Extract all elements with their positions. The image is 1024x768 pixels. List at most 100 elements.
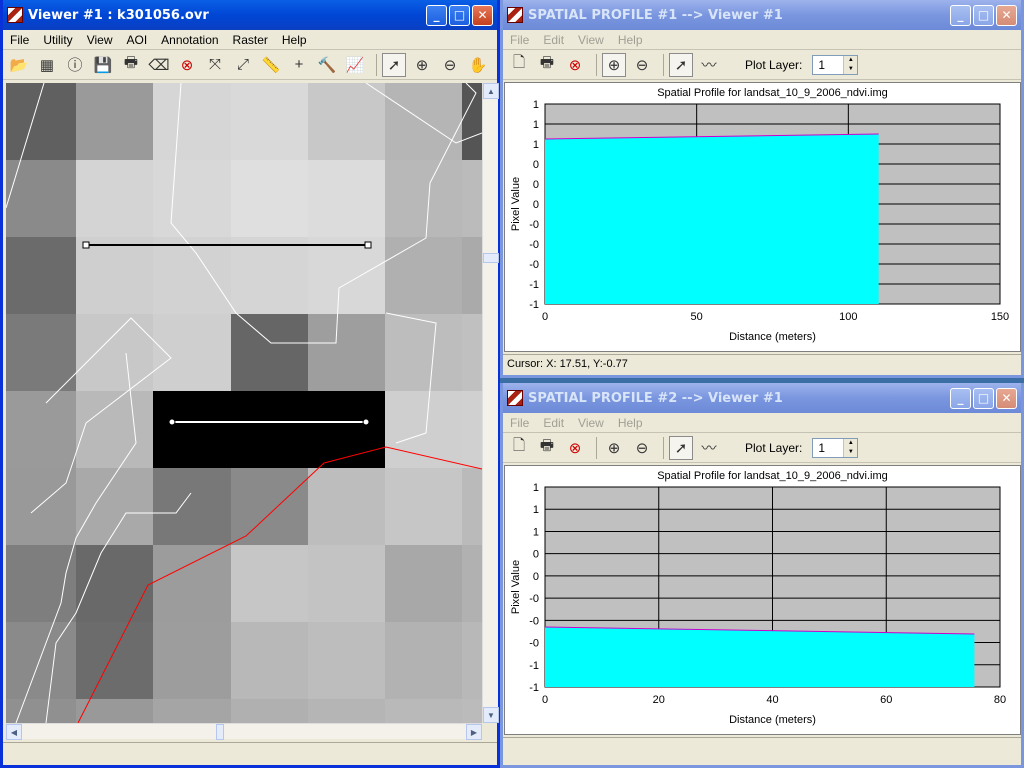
x-tick-label: 150: [991, 311, 1009, 323]
print-icon[interactable]: 🖶: [119, 53, 143, 77]
polyline-icon[interactable]: 〰: [697, 53, 721, 77]
y-tick-label: -0: [529, 638, 539, 650]
pan-icon[interactable]: ✋: [466, 53, 490, 77]
measure-icon[interactable]: 📏: [259, 53, 283, 77]
profile1-menubar: File Edit View Help: [503, 30, 1021, 50]
open-icon[interactable]: 📂: [7, 53, 31, 77]
menu-utility[interactable]: Utility: [36, 33, 79, 47]
menu-help[interactable]: Help: [611, 33, 650, 47]
profile-chart-icon[interactable]: 📈: [343, 53, 367, 77]
maximize-button[interactable]: □: [449, 4, 470, 26]
menu-edit[interactable]: Edit: [536, 33, 571, 47]
x-tick-label: 80: [994, 694, 1006, 706]
menu-help[interactable]: Help: [275, 33, 314, 47]
minimize-button[interactable]: _: [950, 387, 971, 409]
y-tick-label: 1: [533, 139, 539, 151]
viewer-horizontal-scrollbar[interactable]: ◀ ▶: [6, 723, 482, 740]
profile1-chart-pane[interactable]: Spatial Profile for landsat_10_9_2006_nd…: [504, 82, 1021, 352]
polyline-icon[interactable]: 〰: [697, 436, 721, 460]
viewer-menubar: File Utility View AOI Annotation Raster Help: [3, 30, 497, 50]
close-chart-icon[interactable]: ⊗: [563, 436, 587, 460]
erdas-app-icon: [507, 390, 523, 406]
close-chart-icon[interactable]: ⊗: [563, 53, 587, 77]
minimize-button[interactable]: _: [426, 4, 447, 26]
zoom-out-icon[interactable]: ⊖: [630, 436, 654, 460]
crosshair-icon[interactable]: +: [287, 53, 311, 77]
viewer-statusbar: [3, 742, 497, 762]
pointer-icon[interactable]: ➚: [382, 52, 406, 77]
scroll-right-button[interactable]: ▶: [466, 724, 482, 740]
y-tick-label: 1: [533, 526, 539, 538]
menu-aoi[interactable]: AOI: [119, 33, 154, 47]
close-layer-icon[interactable]: ⊗: [175, 53, 199, 77]
plot-layer-value[interactable]: 1: [813, 58, 843, 72]
pointer-icon[interactable]: ➚: [669, 435, 693, 460]
menu-file[interactable]: File: [503, 416, 536, 430]
x-tick-label: 100: [839, 311, 857, 323]
profile-area: [545, 134, 879, 304]
minimize-button[interactable]: _: [950, 4, 971, 26]
x-tick-label: 20: [653, 694, 665, 706]
eraser-icon[interactable]: ⌫: [147, 53, 171, 77]
menu-file[interactable]: File: [503, 33, 536, 47]
x-axis-label: Distance (meters): [729, 714, 816, 726]
y-tick-label: -0: [529, 615, 539, 627]
pointer-icon[interactable]: ➚: [669, 52, 693, 77]
image-canvas[interactable]: [6, 83, 482, 723]
new-layer-icon[interactable]: ▦: [35, 53, 59, 77]
x-tick-label: 0: [542, 694, 548, 706]
zoom-out-icon[interactable]: ⊖: [438, 53, 462, 77]
new-icon[interactable]: 🗋: [507, 436, 531, 460]
zoom-extent-icon[interactable]: ⤢: [231, 53, 255, 77]
profile1-toolbar: 🗋 🖶 ⊗ ⊕ ⊖ ➚ 〰 Plot Layer: 1 ▲ ▼: [503, 50, 1021, 80]
spinner-arrows-icon[interactable]: ▲ ▼: [843, 55, 858, 74]
info-icon[interactable]: ⓘ: [63, 53, 87, 77]
viewer-titlebar[interactable]: Viewer #1 : k301056.ovr _ □ ✕: [3, 0, 497, 30]
zoom-in-icon[interactable]: ⊕: [410, 53, 434, 77]
plot-layer-spinner[interactable]: 1 ▲ ▼: [812, 54, 859, 75]
menu-view[interactable]: View: [80, 33, 120, 47]
menu-edit[interactable]: Edit: [536, 416, 571, 430]
save-icon[interactable]: 💾: [91, 53, 115, 77]
close-button[interactable]: ✕: [996, 4, 1017, 26]
profile1-title: SPATIAL PROFILE #1 --> Viewer #1: [528, 7, 783, 23]
spinner-arrows-icon[interactable]: ▲ ▼: [843, 438, 858, 457]
profile2-chart-pane[interactable]: Spatial Profile for landsat_10_9_2006_nd…: [504, 465, 1021, 735]
maximize-button[interactable]: □: [973, 4, 994, 26]
y-axis-label: Pixel Value: [510, 177, 522, 231]
fit-icon[interactable]: ⤧: [203, 53, 227, 77]
scroll-down-button[interactable]: ▼: [483, 707, 499, 723]
zoom-in-icon[interactable]: ⊕: [602, 436, 626, 460]
new-icon[interactable]: 🗋: [507, 53, 531, 77]
close-button[interactable]: ✕: [996, 387, 1017, 409]
menu-view[interactable]: View: [571, 416, 611, 430]
scroll-thumb-horizontal[interactable]: [216, 724, 224, 740]
zoom-out-icon[interactable]: ⊖: [630, 53, 654, 77]
menu-view[interactable]: View: [571, 33, 611, 47]
profile1-statusbar: Cursor: X: 17.51, Y:-0.77: [503, 354, 1021, 374]
maximize-button[interactable]: □: [973, 387, 994, 409]
viewer-vertical-scrollbar[interactable]: ▲ ▼: [482, 83, 499, 723]
scroll-thumb-vertical[interactable]: [483, 253, 499, 263]
menu-raster[interactable]: Raster: [226, 33, 275, 47]
y-tick-label: 1: [533, 504, 539, 516]
x-tick-label: 60: [880, 694, 892, 706]
menu-help[interactable]: Help: [611, 416, 650, 430]
print-icon[interactable]: 🖶: [535, 436, 559, 460]
plot-layer-spinner[interactable]: 1 ▲ ▼: [812, 437, 859, 458]
close-button[interactable]: ✕: [472, 4, 493, 26]
hammer-icon[interactable]: 🔨: [315, 53, 339, 77]
chart-title: Spatial Profile for landsat_10_9_2006_nd…: [657, 87, 888, 99]
scroll-up-button[interactable]: ▲: [483, 83, 499, 99]
zoom-in-icon[interactable]: ⊕: [602, 52, 626, 77]
profile2-chart: Spatial Profile for landsat_10_9_2006_nd…: [510, 470, 1006, 726]
profile1-titlebar[interactable]: SPATIAL PROFILE #1 --> Viewer #1 _ □ ✕: [503, 0, 1021, 30]
menu-annotation[interactable]: Annotation: [154, 33, 225, 47]
x-axis-label: Distance (meters): [729, 331, 816, 343]
scroll-left-button[interactable]: ◀: [6, 724, 22, 740]
profile1-chart: Spatial Profile for landsat_10_9_2006_nd…: [510, 87, 1009, 343]
plot-layer-value[interactable]: 1: [813, 441, 843, 455]
profile2-titlebar[interactable]: SPATIAL PROFILE #2 --> Viewer #1 _ □ ✕: [503, 383, 1021, 413]
print-icon[interactable]: 🖶: [535, 53, 559, 77]
menu-file[interactable]: File: [3, 33, 36, 47]
